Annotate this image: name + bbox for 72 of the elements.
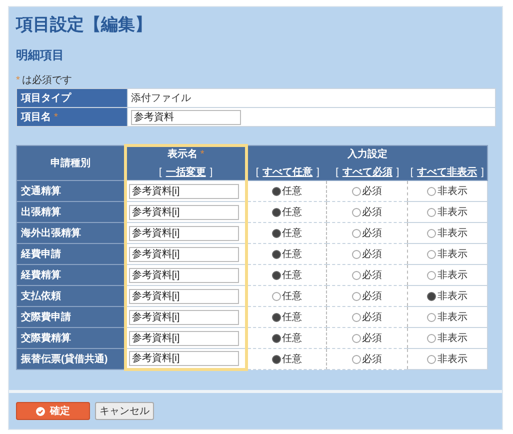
bulk-link[interactable]: すべて必須	[342, 164, 392, 180]
field-label: 項目タイプ	[21, 91, 71, 106]
radio-icon[interactable]	[272, 208, 281, 216]
bracket: ]	[481, 166, 484, 180]
display-name-field[interactable]: 参考資料[i]	[128, 184, 239, 198]
display-name-field[interactable]: 参考資料[i]	[128, 288, 239, 304]
display-name-field[interactable]: 参考資料[i]	[128, 226, 239, 240]
page-title: 項目設定【編集】	[16, 14, 152, 36]
required-note: は必須です	[22, 75, 72, 87]
radio-icon[interactable]	[427, 270, 436, 280]
bracket: ]	[396, 166, 400, 180]
radio-icon[interactable]	[427, 292, 436, 300]
radio-icon[interactable]	[272, 228, 281, 238]
radio-icon[interactable]	[427, 228, 436, 238]
radio-icon[interactable]	[427, 354, 436, 364]
display-name-field[interactable]: 参考資料[i]	[128, 268, 239, 282]
display-name-field[interactable]: 参考資料[i]	[128, 351, 239, 366]
bulk-link[interactable]: 一括変更	[166, 165, 206, 180]
name-input-field[interactable]: 参考資料	[131, 110, 241, 124]
radio-icon[interactable]	[352, 354, 361, 364]
display-name-field[interactable]: 参考資料[i]	[128, 330, 239, 346]
radio-icon[interactable]	[427, 312, 436, 322]
radio-icon[interactable]	[272, 292, 281, 300]
radio-icon[interactable]	[427, 208, 436, 216]
bracket: ]	[210, 166, 213, 180]
radio-icon[interactable]	[272, 270, 281, 280]
check-icon	[36, 406, 45, 416]
row-label: 支払依頼	[21, 290, 61, 302]
required-mark: *	[16, 75, 20, 87]
column-header: 表示名	[167, 148, 198, 162]
bracket: ]	[316, 166, 320, 180]
column-header: 入力設定	[347, 148, 388, 160]
bracket: [	[256, 166, 259, 180]
radio-icon[interactable]	[272, 354, 281, 364]
radio-icon[interactable]	[352, 292, 361, 300]
section-heading: 明細項目	[16, 47, 64, 63]
radio-icon[interactable]	[352, 250, 361, 258]
display-name-field[interactable]: 参考資料[i]	[128, 204, 239, 220]
radio-icon[interactable]	[352, 334, 361, 342]
display-name-field[interactable]: 参考資料[i]	[128, 310, 239, 324]
radio-icon[interactable]	[427, 334, 436, 342]
row-label: 経費精算	[21, 270, 61, 280]
radio-icon[interactable]	[352, 228, 361, 238]
field-label: 項目名	[21, 110, 51, 124]
radio-icon[interactable]	[427, 250, 436, 258]
display-name-field[interactable]: 参考資料[i]	[128, 246, 239, 262]
bracket: [	[159, 166, 162, 180]
field-value: 添付ファイル	[131, 92, 191, 104]
bracket: [	[410, 166, 414, 180]
row-label: 海外出張精算	[21, 228, 81, 238]
row-label: 交通精算	[21, 186, 61, 196]
bulk-link[interactable]: すべて任意	[262, 164, 313, 180]
row-label: 交際費精算	[21, 332, 71, 344]
required-mark: *	[200, 148, 204, 162]
row-label: 経費申請	[21, 248, 61, 260]
bulk-link[interactable]: すべて非表示	[417, 164, 478, 180]
radio-icon[interactable]	[352, 208, 361, 216]
radio-icon[interactable]	[272, 186, 281, 196]
radio-icon[interactable]	[352, 186, 361, 196]
row-label: 出張精算	[21, 206, 61, 218]
radio-icon[interactable]	[272, 250, 281, 258]
row-label: 交際費申請	[21, 312, 71, 322]
column-header: 申請種別	[50, 158, 90, 168]
radio-icon[interactable]	[272, 312, 281, 322]
row-label: 振替伝票(貸借共通)	[21, 354, 108, 364]
radio-icon[interactable]	[352, 270, 361, 280]
bracket: [	[336, 166, 338, 180]
radio-icon[interactable]	[272, 334, 281, 342]
cancel-button[interactable]: キャンセル	[95, 402, 154, 420]
radio-icon[interactable]	[427, 186, 436, 196]
required-mark: *	[54, 110, 58, 124]
radio-icon[interactable]	[352, 312, 361, 322]
